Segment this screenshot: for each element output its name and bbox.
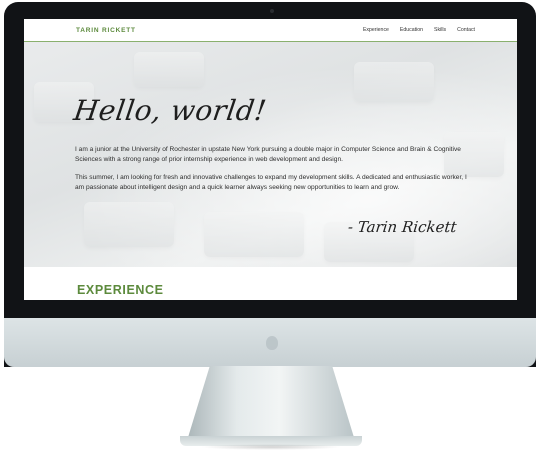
apple-logo-icon [266,336,278,350]
website-screen: TARIN RICKETT Experience Education Skill… [24,19,517,300]
nav-link-skills[interactable]: Skills [434,27,446,33]
hero-signature: - Tarin Rickett [347,218,458,236]
hero-heading: Hello, world! [71,94,269,127]
camera-icon [270,9,274,13]
monitor-stand [186,366,356,444]
keyboard-key-decoration [84,202,174,247]
keyboard-key-decoration [134,52,204,87]
hero-section: Hello, world! I am a junior at the Unive… [24,42,517,267]
hero-paragraph-goals: This summer, I am looking for fresh and … [75,174,467,191]
monitor-chin [4,318,536,367]
site-brand[interactable]: TARIN RICKETT [76,27,136,34]
nav-links: Experience Education Skills Contact [363,27,475,33]
top-navbar: TARIN RICKETT Experience Education Skill… [24,19,517,42]
keyboard-key-decoration [354,62,434,102]
experience-section: EXPERIENCE [24,267,517,300]
nav-link-contact[interactable]: Contact [457,27,475,33]
hero-paragraph-intro: I am a junior at the University of Roche… [75,146,461,163]
nav-link-experience[interactable]: Experience [363,27,389,33]
nav-link-education[interactable]: Education [400,27,423,33]
keyboard-key-decoration [204,212,304,257]
section-title: EXPERIENCE [77,283,164,297]
stand-shadow [200,444,342,450]
